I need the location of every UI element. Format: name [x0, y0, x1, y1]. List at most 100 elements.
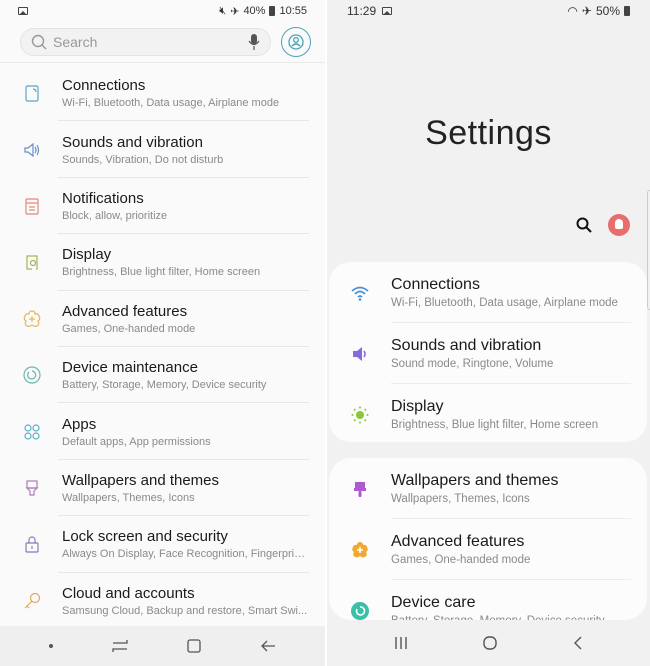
item-text: Device maintenance Battery, Storage, Mem…: [62, 359, 325, 391]
item-text: Display Brightness, Blue light filter, H…: [62, 246, 325, 278]
item-text: Sounds and vibration Sounds, Vibration, …: [62, 134, 325, 166]
item-subtitle: Block, allow, prioritize: [62, 209, 168, 222]
search-placeholder: Search: [53, 34, 98, 50]
item-title: Device care: [391, 594, 476, 611]
item-subtitle: Wallpapers, Themes, Icons: [62, 491, 195, 504]
display-icon: [0, 252, 62, 272]
item-text: Connections Wi-Fi, Bluetooth, Data usage…: [391, 276, 618, 309]
list-item-advanced-features[interactable]: Advanced features Games, One-handed mode: [0, 291, 325, 348]
battery-percent: 40%: [243, 5, 266, 17]
item-subtitle: Wi-Fi, Bluetooth, Data usage, Airplane m…: [62, 97, 280, 110]
right-screen: 11:29 ◠ ✈︎ 50% Settings Connections Wi-F…: [327, 0, 650, 666]
microphone-icon[interactable]: [248, 34, 260, 50]
mute-icon: 🔇︎: [219, 4, 227, 17]
item-title: Sounds and vibration: [62, 133, 203, 151]
list-item-sounds-and-vibration[interactable]: Sounds and vibration Sound mode, Rington…: [329, 323, 647, 384]
device-maintenance-icon: [0, 365, 62, 385]
key-icon: [0, 591, 62, 611]
item-text: Cloud and accounts Samsung Cloud, Backup…: [62, 585, 325, 617]
list-item-display[interactable]: Display Brightness, Blue light filter, H…: [0, 234, 325, 291]
settings-list: Connections Wi-Fi, Bluetooth, Data usage…: [0, 63, 325, 630]
back-icon[interactable]: [260, 639, 276, 653]
airplane-icon: ✈︎: [581, 4, 592, 18]
clock: 10:55: [279, 5, 307, 17]
page-title: Settings: [425, 114, 552, 152]
item-subtitle: Samsung Cloud, Backup and restore, Smart…: [62, 604, 308, 617]
list-item-notifications[interactable]: Notifications Block, allow, prioritize: [0, 178, 325, 235]
item-title: Cloud and accounts: [62, 584, 195, 602]
item-subtitle: Games, One-handed mode: [62, 322, 196, 335]
speaker-icon: [329, 344, 391, 364]
item-subtitle: Brightness, Blue light filter, Home scre…: [391, 419, 599, 431]
profile-button[interactable]: [281, 27, 311, 57]
list-item-sounds-and-vibration[interactable]: Sounds and vibration Sounds, Vibration, …: [0, 121, 325, 179]
item-subtitle: Sounds, Vibration, Do not disturb: [62, 153, 224, 166]
gallery-notification-icon: [382, 7, 393, 15]
item-text: Display Brightness, Blue light filter, H…: [391, 398, 598, 431]
home-icon[interactable]: [482, 635, 498, 651]
list-item-advanced-features[interactable]: Advanced features Games, One-handed mode: [329, 519, 647, 580]
status-bar: 11:29 ◠ ✈︎ 50%: [327, 0, 650, 22]
status-bar: 🔇︎ ✈︎ 40% 10:55: [0, 0, 325, 22]
search-icon[interactable]: [576, 217, 592, 233]
clock: 11:29: [347, 4, 377, 18]
item-subtitle: Sound mode, Ringtone, Volume: [391, 358, 554, 370]
wifi-status-icon: ◠: [567, 4, 578, 18]
profile-icon: [288, 34, 304, 50]
item-title: Advanced features: [391, 533, 525, 550]
item-subtitle: Battery, Storage, Memory, Device securit…: [62, 379, 267, 392]
item-title: Sounds and vibration: [391, 337, 542, 354]
settings-card-1: Connections Wi-Fi, Bluetooth, Data usage…: [329, 262, 647, 442]
list-item-device-maintenance[interactable]: Device maintenance Battery, Storage, Mem…: [0, 347, 325, 404]
notifications-icon: [0, 196, 62, 216]
list-item-device-care[interactable]: Device care Battery, Storage, Memory, De…: [329, 580, 647, 620]
sun-icon: [329, 405, 391, 425]
search-icon: [31, 34, 47, 50]
item-title: Apps: [62, 415, 97, 433]
item-text: Connections Wi-Fi, Bluetooth, Data usage…: [62, 77, 325, 109]
list-item-wallpapers-and-themes[interactable]: Wallpapers and themes Wallpapers, Themes…: [0, 460, 325, 517]
item-subtitle: Games, One-handed mode: [391, 554, 531, 566]
airplane-icon: ✈︎: [230, 5, 240, 18]
gallery-notification-icon: [18, 7, 28, 15]
item-title: Wallpapers and themes: [62, 471, 220, 489]
item-title: Advanced features: [62, 302, 188, 320]
item-title: Display: [62, 246, 112, 264]
item-text: Sounds and vibration Sound mode, Rington…: [391, 337, 553, 370]
item-title: Display: [391, 398, 444, 415]
brush-icon: [0, 478, 62, 498]
search-input[interactable]: Search: [20, 28, 271, 56]
item-text: Advanced features Games, One-handed mode: [391, 533, 530, 566]
battery-icon: [624, 6, 630, 16]
left-screen: 🔇︎ ✈︎ 40% 10:55 Search Connections Wi-Fi…: [0, 0, 325, 666]
item-text: Lock screen and security Always On Displ…: [62, 528, 325, 560]
apps-icon: [0, 422, 62, 442]
home-icon[interactable]: [186, 638, 202, 654]
wifi-icon: [329, 283, 391, 303]
item-subtitle: Default apps, App permissions: [62, 435, 211, 448]
avatar[interactable]: [608, 214, 630, 236]
item-text: Wallpapers and themes Wallpapers, Themes…: [391, 472, 559, 505]
advanced-features-icon: [0, 309, 62, 329]
back-icon[interactable]: [573, 636, 583, 650]
battery-percent: 50%: [595, 4, 620, 18]
item-subtitle: Wallpapers, Themes, Icons: [391, 493, 530, 505]
settings-card-2: Wallpapers and themes Wallpapers, Themes…: [329, 458, 647, 620]
list-item-lock-screen-and-security[interactable]: Lock screen and security Always On Displ…: [0, 516, 325, 573]
item-title: Wallpapers and themes: [391, 472, 559, 489]
list-item-wallpapers-and-themes[interactable]: Wallpapers and themes Wallpapers, Themes…: [329, 458, 647, 519]
list-item-apps[interactable]: Apps Default apps, App permissions: [0, 403, 325, 461]
list-item-connections[interactable]: Connections Wi-Fi, Bluetooth, Data usage…: [329, 262, 647, 323]
recents-icon[interactable]: [394, 636, 408, 650]
battery-icon: [269, 6, 276, 16]
item-title: Device maintenance: [62, 359, 198, 377]
list-item-display[interactable]: Display Brightness, Blue light filter, H…: [329, 384, 647, 445]
recents-icon[interactable]: [111, 639, 129, 653]
list-item-connections[interactable]: Connections Wi-Fi, Bluetooth, Data usage…: [0, 65, 325, 122]
list-item-cloud-and-accounts[interactable]: Cloud and accounts Samsung Cloud, Backup…: [0, 573, 325, 630]
navigation-bar: [327, 620, 650, 666]
navigation-bar: [0, 626, 325, 666]
speaker-icon: [0, 140, 62, 160]
item-title: Connections: [62, 77, 146, 95]
item-text: Notifications Block, allow, prioritize: [62, 190, 325, 222]
